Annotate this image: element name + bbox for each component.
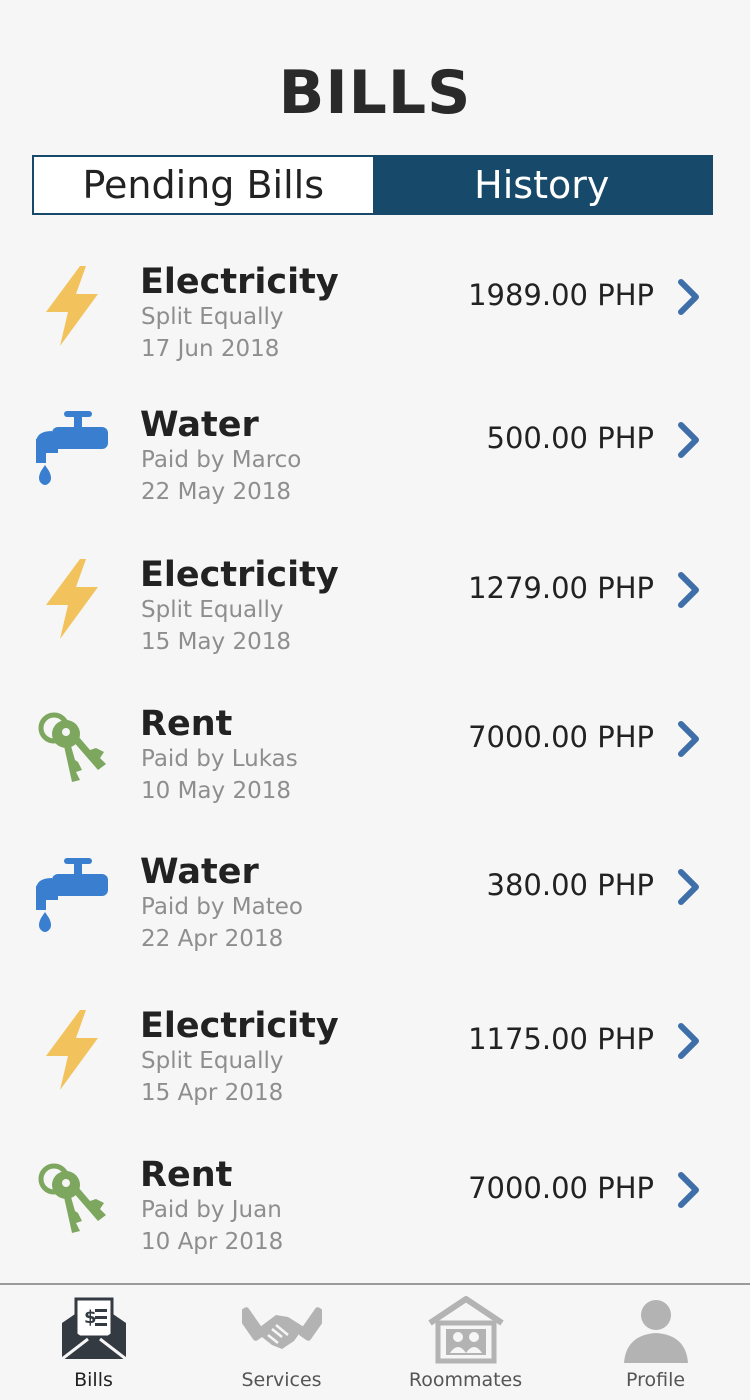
bill-status: Split Equally xyxy=(141,597,284,623)
tab-switcher: Pending Bills History xyxy=(32,155,713,215)
bill-name: Rent xyxy=(140,704,233,744)
bill-date: 22 Apr 2018 xyxy=(141,926,284,952)
bill-date: 10 May 2018 xyxy=(141,778,291,804)
bill-row[interactable]: Rent Paid by Lukas 10 May 2018 7000.00 P… xyxy=(0,682,750,812)
person-icon xyxy=(616,1293,696,1365)
chevron-right-icon[interactable] xyxy=(676,868,702,906)
lightning-icon xyxy=(28,260,118,350)
bill-name: Rent xyxy=(140,1155,233,1195)
bill-envelope-icon: $ xyxy=(54,1293,134,1365)
bill-amount: 1175.00 PHP xyxy=(468,1022,654,1056)
bill-row[interactable]: Water Paid by Marco 22 May 2018 500.00 P… xyxy=(0,383,750,513)
bill-name: Electricity xyxy=(140,262,339,302)
bill-date: 10 Apr 2018 xyxy=(141,1229,284,1255)
bill-date: 17 Jun 2018 xyxy=(141,336,280,362)
bottom-nav: $ Bills Services Roommates Profile xyxy=(0,1283,750,1400)
keys-icon xyxy=(28,702,118,792)
lightning-icon xyxy=(28,1004,118,1094)
bill-date: 22 May 2018 xyxy=(141,479,291,505)
faucet-icon xyxy=(28,403,118,493)
tab-history[interactable]: History xyxy=(372,157,711,213)
bill-name: Electricity xyxy=(140,1006,339,1046)
nav-item-services[interactable]: Services xyxy=(188,1285,375,1400)
bill-status: Paid by Marco xyxy=(141,447,302,473)
chevron-right-icon[interactable] xyxy=(676,720,702,758)
page-title: BILLS xyxy=(278,58,472,128)
bill-amount: 500.00 PHP xyxy=(486,421,654,455)
bill-row[interactable]: Electricity Split Equally 17 Jun 2018 19… xyxy=(0,240,750,370)
bill-name: Electricity xyxy=(140,555,339,595)
svg-text:$: $ xyxy=(84,1307,97,1328)
bill-date: 15 Apr 2018 xyxy=(141,1080,284,1106)
lightning-icon xyxy=(28,553,118,643)
bill-name: Water xyxy=(140,405,259,445)
chevron-right-icon[interactable] xyxy=(676,421,702,459)
nav-item-roommates[interactable]: Roommates xyxy=(372,1285,559,1400)
bill-amount: 1279.00 PHP xyxy=(468,571,654,605)
bill-amount: 380.00 PHP xyxy=(486,868,654,902)
bill-status: Paid by Mateo xyxy=(141,894,303,920)
bill-amount: 1989.00 PHP xyxy=(468,278,654,312)
bill-name: Water xyxy=(140,852,259,892)
house-people-icon xyxy=(426,1293,506,1365)
bill-status: Paid by Lukas xyxy=(141,746,298,772)
nav-label: Roommates xyxy=(408,1369,523,1391)
chevron-right-icon[interactable] xyxy=(676,278,702,316)
handshake-icon xyxy=(236,1293,327,1365)
bill-status: Split Equally xyxy=(141,1048,284,1074)
bill-row[interactable]: Electricity Split Equally 15 Apr 2018 11… xyxy=(0,984,750,1114)
tab-pending-bills[interactable]: Pending Bills xyxy=(34,157,373,213)
chevron-right-icon[interactable] xyxy=(676,1022,702,1060)
faucet-icon xyxy=(28,850,118,940)
bill-amount: 7000.00 PHP xyxy=(468,1171,654,1205)
bill-status: Paid by Juan xyxy=(141,1197,282,1223)
nav-item-bills[interactable]: $ Bills xyxy=(0,1285,187,1400)
bill-amount: 7000.00 PHP xyxy=(468,720,654,754)
nav-label: Profile xyxy=(625,1369,686,1391)
bill-row[interactable]: Water Paid by Mateo 22 Apr 2018 380.00 P… xyxy=(0,830,750,960)
chevron-right-icon[interactable] xyxy=(676,571,702,609)
nav-label: Services xyxy=(241,1369,322,1391)
bill-row[interactable]: Rent Paid by Juan 10 Apr 2018 7000.00 PH… xyxy=(0,1133,750,1263)
keys-icon xyxy=(28,1153,118,1243)
nav-label: Bills xyxy=(74,1369,113,1391)
chevron-right-icon[interactable] xyxy=(676,1171,702,1209)
bill-status: Split Equally xyxy=(141,304,284,330)
bill-date: 15 May 2018 xyxy=(141,629,291,655)
nav-item-profile[interactable]: Profile xyxy=(562,1285,749,1400)
bill-row[interactable]: Electricity Split Equally 15 May 2018 12… xyxy=(0,533,750,663)
